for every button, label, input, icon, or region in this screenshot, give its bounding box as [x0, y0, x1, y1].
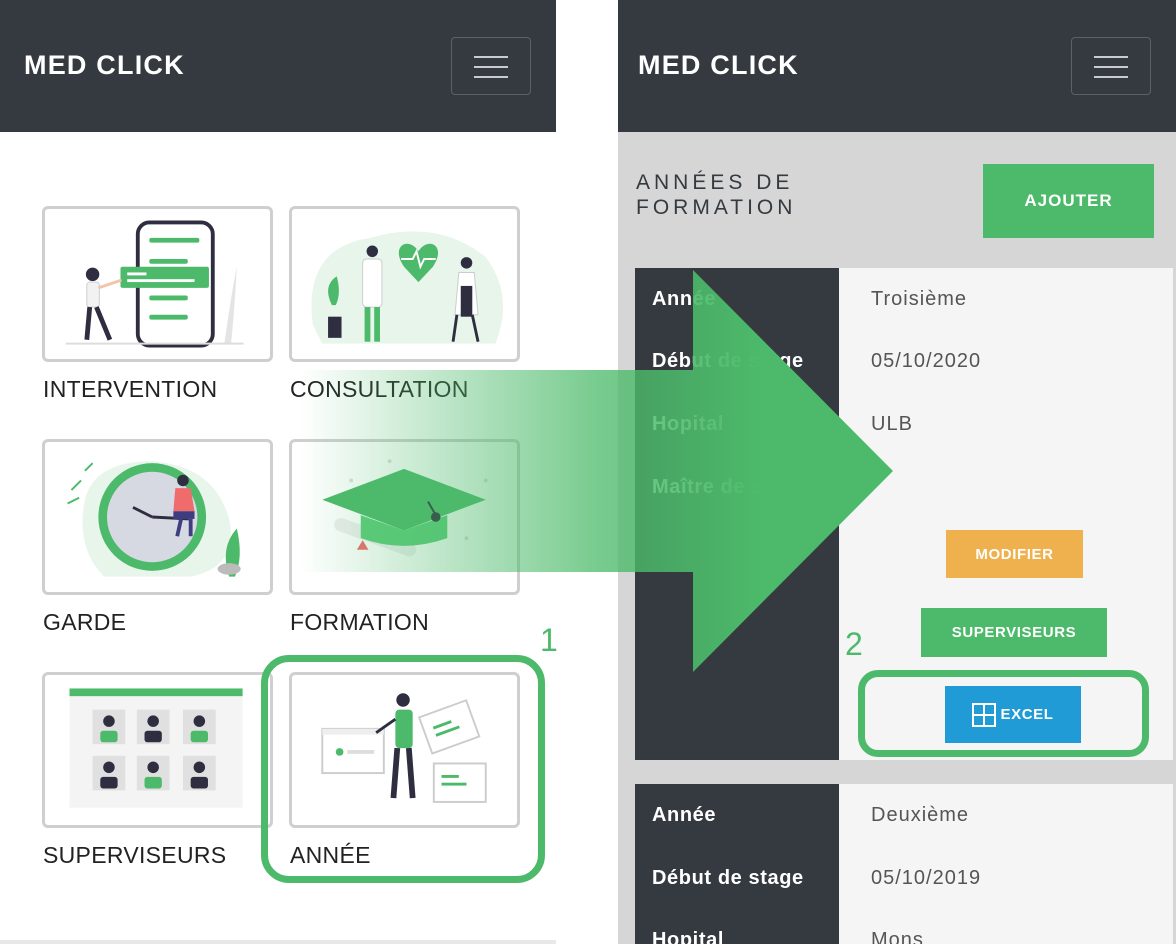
hamburger-menu-button[interactable] [1071, 37, 1151, 95]
highlight-excel-button [858, 670, 1149, 757]
field-label-annee: Année [652, 288, 717, 310]
phone-list-illustration-icon [65, 220, 244, 348]
graduation-cap-illustration-icon [322, 459, 488, 557]
step-number-2: 2 [845, 626, 863, 662]
tile-label-consultation: CONSULTATION [290, 376, 469, 402]
tile-label-garde: GARDE [43, 609, 127, 635]
field-label-hopital: Hopital [652, 413, 724, 435]
tile-intervention[interactable] [42, 206, 273, 362]
bottom-divider [0, 940, 556, 944]
screenshot-stage: MED CLICK INTERVENTION CONSULTATION GARD… [0, 0, 1176, 944]
field-value-hopital: Mons [871, 929, 924, 944]
page-title: ANNÉES DE FORMATION [636, 171, 797, 219]
field-value-debut-stage: 05/10/2019 [871, 867, 982, 889]
field-value-annee: Deuxième [871, 804, 970, 826]
add-button[interactable]: AJOUTER [983, 164, 1154, 238]
tile-label-formation: FORMATION [290, 609, 429, 635]
brand-title[interactable]: MED CLICK [638, 50, 799, 81]
field-label-debut-stage: Début de stage [652, 350, 804, 372]
clock-illustration-icon [67, 461, 241, 577]
tile-garde[interactable] [42, 439, 273, 595]
tile-label-superviseurs: SUPERVISEURS [43, 842, 227, 868]
doctors-heart-illustration-icon [311, 231, 504, 344]
tile-superviseurs[interactable] [42, 672, 273, 828]
field-value-hopital: ULB [871, 413, 913, 435]
hamburger-icon [474, 56, 508, 58]
tile-formation[interactable] [289, 439, 520, 595]
step-number-1: 1 [540, 622, 558, 658]
people-grid-illustration-icon [69, 688, 243, 808]
years-screen: MED CLICK ANNÉES DE FORMATION AJOUTER An… [618, 0, 1176, 944]
field-value-annee: Troisième [871, 288, 968, 310]
tile-label-intervention: INTERVENTION [43, 376, 218, 402]
tile-consultation[interactable] [289, 206, 520, 362]
label-column [635, 268, 839, 760]
supervisors-button[interactable]: SUPERVISEURS [921, 608, 1107, 657]
field-value-debut-stage: 05/10/2020 [871, 350, 982, 372]
hamburger-icon [1094, 56, 1128, 58]
hamburger-menu-button[interactable] [451, 37, 531, 95]
field-label-hopital: Hopital [652, 929, 724, 944]
year-record-card: Année Deuxième Début de stage 05/10/2019… [635, 784, 1173, 944]
navbar: MED CLICK [618, 0, 1176, 132]
navbar: MED CLICK [0, 0, 556, 132]
field-label-maitre-stage: Maître de stage [652, 476, 807, 498]
brand-title[interactable]: MED CLICK [24, 50, 185, 81]
highlight-annee-tile [261, 655, 545, 883]
field-label-debut-stage: Début de stage [652, 867, 804, 889]
field-label-annee: Année [652, 804, 717, 826]
modify-button[interactable]: MODIFIER [946, 530, 1083, 578]
